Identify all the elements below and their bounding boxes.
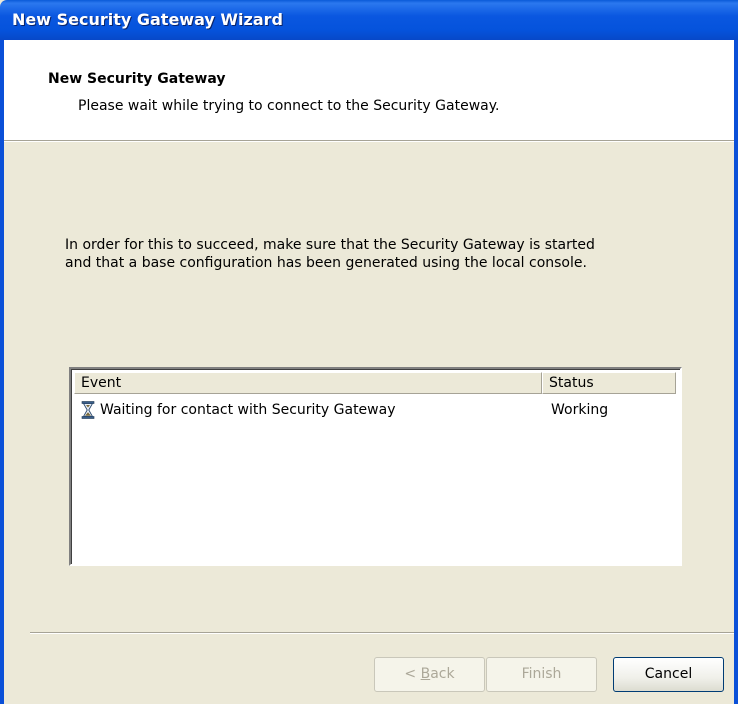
back-button-label: ack	[430, 666, 455, 682]
info-text: In order for this to succeed, make sure …	[65, 236, 705, 272]
title-bar[interactable]: New Security Gateway Wizard	[0, 0, 738, 40]
event-list-header: Event Status	[74, 372, 676, 394]
info-line-1: In order for this to succeed, make sure …	[65, 237, 595, 253]
cancel-button[interactable]: Cancel	[613, 657, 724, 692]
list-item[interactable]: Waiting for contact with Security Gatewa…	[74, 399, 676, 421]
header-divider	[4, 141, 734, 142]
finish-button[interactable]: Finish	[486, 657, 597, 692]
back-button-accelerator: B	[420, 666, 431, 682]
window-title: New Security Gateway Wizard	[12, 10, 283, 29]
hourglass-icon	[81, 401, 95, 419]
status-cell: Working	[551, 402, 609, 418]
back-button[interactable]: < Back	[374, 657, 485, 692]
back-button-prefix: <	[404, 666, 421, 682]
event-cell: Waiting for contact with Security Gatewa…	[100, 402, 396, 418]
button-area-divider	[30, 632, 734, 634]
wizard-window: New Security Gateway Wizard New Security…	[0, 0, 738, 704]
info-line-2: and that a base configuration has been g…	[65, 255, 587, 271]
page-subtitle: Please wait while trying to connect to t…	[78, 98, 500, 114]
event-list[interactable]: Event Status Waiting for contact with Se…	[69, 367, 682, 566]
window-frame-right	[734, 40, 738, 704]
page-title: New Security Gateway	[48, 71, 226, 87]
column-header-status[interactable]: Status	[542, 372, 676, 394]
wizard-header: New Security Gateway Please wait while t…	[4, 40, 734, 141]
column-header-event[interactable]: Event	[74, 372, 542, 394]
